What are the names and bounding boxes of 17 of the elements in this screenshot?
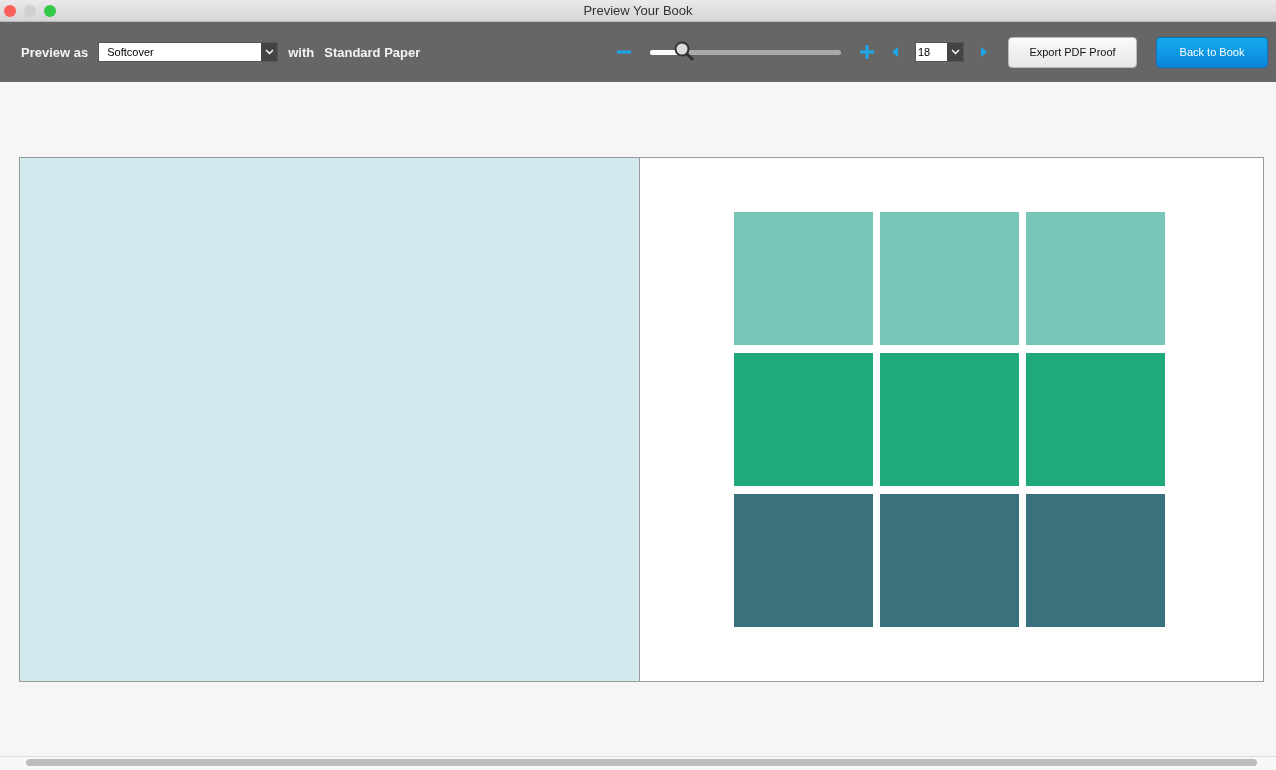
page-dropdown[interactable]: 18 — [915, 42, 964, 62]
scrollbar-thumb[interactable] — [26, 759, 1257, 766]
minimize-button[interactable] — [24, 5, 36, 17]
preview-as-label: Preview as — [21, 44, 89, 60]
with-label: with — [288, 44, 315, 60]
magnifier-thumb-icon[interactable] — [674, 41, 697, 63]
zoom-button[interactable] — [44, 5, 56, 17]
window-title: Preview Your Book — [583, 3, 693, 18]
caret-icon — [947, 43, 963, 61]
next-page-icon[interactable] — [980, 46, 988, 58]
export-pdf-button[interactable]: Export PDF Proof — [1008, 36, 1137, 68]
format-dropdown[interactable]: Softcover — [98, 42, 279, 62]
zoom-in-icon[interactable] — [859, 44, 875, 60]
close-button[interactable] — [4, 5, 16, 17]
previous-page-icon[interactable] — [891, 46, 899, 58]
paper-label: Standard Paper — [324, 44, 421, 60]
caret-icon — [261, 43, 278, 61]
